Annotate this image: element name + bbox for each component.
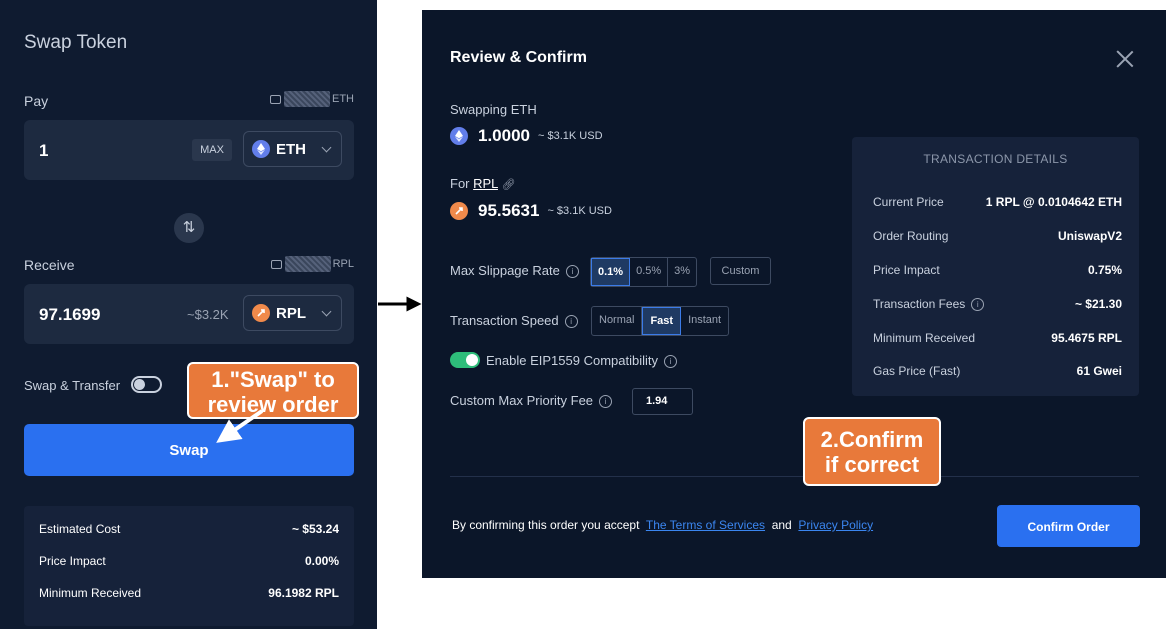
eip1559-label: Enable EIP1559 Compatibility i — [486, 353, 677, 369]
speed-label: Transaction Speed i — [450, 313, 578, 329]
info-icon: i — [664, 355, 677, 369]
privacy-policy-link[interactable]: Privacy Policy — [798, 518, 873, 532]
detail-row: Current Price 1 RPL @ 0.0104642 ETH — [873, 195, 1122, 209]
swapping-label: Swapping ETH — [450, 102, 537, 117]
speed-option-instant[interactable]: Instant — [681, 307, 728, 335]
info-icon: i — [971, 298, 985, 312]
detail-row: Price Impact 0.75% — [873, 263, 1122, 277]
info-icon: i — [599, 395, 613, 409]
rpl-token-link[interactable]: RPL — [473, 176, 498, 191]
for-usd: ~ $3.1K USD — [547, 205, 612, 217]
eth-icon — [450, 127, 468, 145]
detail-row: Gas Price (Fast) 61 Gwei — [873, 364, 1122, 378]
speed-option-normal[interactable]: Normal — [592, 307, 643, 335]
arrow-to-swap — [216, 409, 264, 443]
close-icon[interactable] — [1116, 50, 1134, 68]
swapping-amount: 1.0000 — [478, 126, 530, 145]
speed-options: Normal Fast Instant — [591, 306, 730, 336]
priority-fee-input[interactable]: 1.94 — [632, 388, 693, 415]
modal-title: Review & Confirm — [450, 49, 587, 66]
info-icon: i — [565, 265, 579, 279]
link-icon: 🔗︎ — [501, 179, 516, 191]
slippage-label: Max Slippage Rate i — [450, 263, 579, 279]
swapping-amount-row: 1.0000 ~ $3.1K USD — [450, 126, 603, 146]
transaction-details: TRANSACTION DETAILS Current Price 1 RPL @… — [852, 137, 1139, 396]
terms-text: By confirming this order you accept The … — [452, 518, 874, 532]
for-amount: 95.5631 — [478, 201, 540, 220]
slippage-options: 0.1% 0.5% 3% — [590, 257, 698, 287]
details-title: TRANSACTION DETAILS — [923, 152, 1068, 166]
terms-link[interactable]: The Terms of Services — [646, 518, 765, 532]
confirm-order-button[interactable]: Confirm Order — [997, 505, 1140, 547]
swapping-usd: ~ $3.1K USD — [538, 130, 603, 142]
for-label-row: For RPL 🔗︎ — [450, 176, 516, 191]
info-icon: i — [564, 315, 578, 329]
detail-row: Transaction Fees i ~ $21.30 — [873, 297, 1122, 312]
slippage-option-3[interactable]: 3% — [668, 258, 696, 286]
slippage-option-0-1[interactable]: 0.1% — [591, 258, 631, 286]
slippage-option-0-5[interactable]: 0.5% — [630, 258, 669, 286]
slippage-custom-button[interactable]: Custom — [710, 257, 771, 285]
priority-fee-label: Custom Max Priority Fee i — [450, 393, 613, 409]
callout-step-2: 2.Confirm if correct — [803, 417, 941, 486]
detail-row: Order Routing UniswapV2 — [873, 229, 1122, 243]
eip1559-toggle[interactable] — [450, 352, 480, 368]
detail-row: Minimum Received 95.4675 RPL — [873, 331, 1122, 345]
speed-option-fast[interactable]: Fast — [642, 307, 682, 335]
divider — [450, 476, 1139, 477]
review-confirm-modal: Review & Confirm Swapping ETH 1.0000 ~ $… — [422, 10, 1166, 578]
for-amount-row: 95.5631 ~ $3.1K USD — [450, 201, 612, 221]
rpl-icon — [450, 202, 468, 220]
